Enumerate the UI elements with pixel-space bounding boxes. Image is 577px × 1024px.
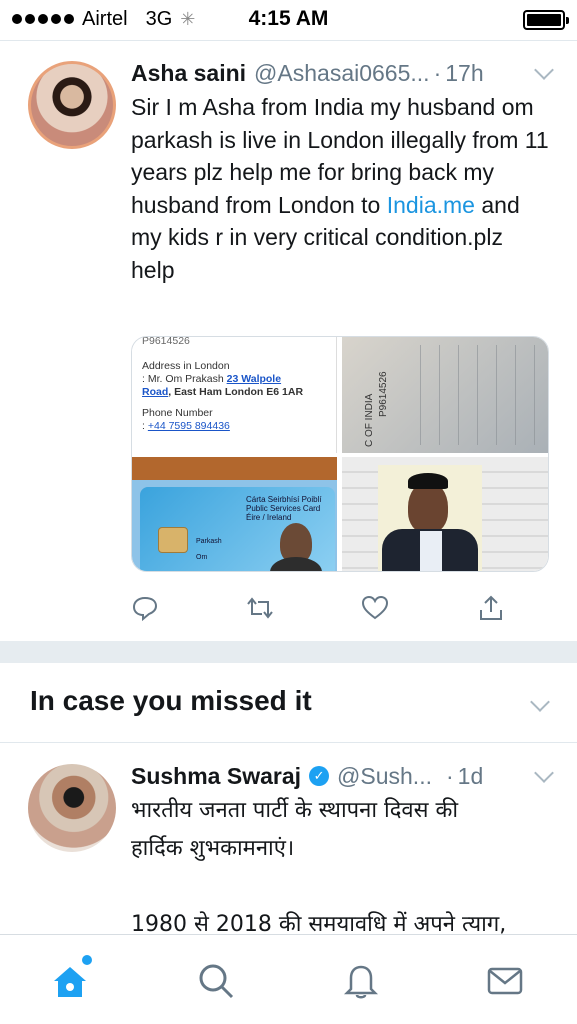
separator-dot: ·	[445, 762, 454, 789]
chip-icon	[158, 527, 188, 553]
card-subtitle: Éire / Ireland	[246, 513, 292, 522]
passport-number: P9614526	[378, 371, 389, 417]
doc-top-id: P9614526	[142, 337, 190, 347]
media-image-portrait[interactable]	[342, 457, 548, 571]
tweet-line: भारतीय जनता पार्टी के स्थापना दिवस की	[131, 798, 459, 823]
tweet[interactable]: Sushma Swaraj ✓ @Sush... · 1d भारतीय जनत…	[0, 744, 577, 937]
author-handle[interactable]: @Ashasai0665...	[254, 60, 430, 87]
tweet-header: Asha saini @Ashasai0665... · 17h	[131, 57, 557, 89]
notifications-icon	[343, 965, 379, 999]
passport-country: C OF INDIA	[364, 393, 375, 447]
section-divider	[0, 641, 577, 663]
section-title: In case you missed it	[30, 685, 312, 716]
home-icon	[54, 967, 86, 997]
card-title: Cárta Seirbhísí Poiblí Public Services C…	[246, 495, 322, 513]
chevron-down-icon[interactable]	[530, 692, 550, 712]
tweet-line	[131, 868, 551, 906]
missed-section-header[interactable]: In case you missed it	[0, 663, 577, 743]
tweet-text: भारतीय जनता पार्टी के स्थापना दिवस की हा…	[131, 792, 551, 944]
status-left: Airtel 3G ✳	[12, 8, 212, 31]
address-line: : Mr. Om Prakash 23 Walpole	[142, 373, 282, 385]
avatar[interactable]	[28, 764, 116, 852]
search-icon	[199, 964, 234, 999]
retweet-icon[interactable]	[246, 594, 274, 622]
network-type: 3G	[145, 7, 173, 30]
verified-badge-icon: ✓	[309, 766, 330, 786]
media-image-address[interactable]: P9614526 Address in London : Mr. Om Prak…	[132, 337, 337, 453]
media-image-id-card[interactable]: Cárta Seirbhísí Poiblí Public Services C…	[132, 457, 337, 571]
card-forename: Om	[196, 554, 208, 561]
tweet[interactable]: Asha saini @Ashasai0665... · 17h Sir I m…	[0, 40, 577, 640]
author-handle[interactable]: @Sush...	[337, 763, 432, 790]
tab-messages[interactable]	[485, 961, 525, 1001]
status-bar: Airtel 3G ✳ 4:15 AM	[0, 0, 577, 38]
tab-notifications[interactable]	[341, 961, 381, 1001]
address-line2: Road, East Ham London E6 1AR	[142, 386, 304, 398]
like-icon[interactable]	[361, 594, 389, 622]
tweet-link[interactable]: India.me	[387, 192, 475, 218]
tweet-text: Sir I m Asha from India my husband om pa…	[131, 91, 551, 286]
battery-icon	[523, 10, 569, 30]
tweet-actions	[131, 594, 531, 622]
tweet-header: Sushma Swaraj ✓ @Sush... · 1d	[131, 760, 557, 792]
tweet-time: 17h	[445, 59, 484, 86]
card-surname: Parkash	[196, 538, 222, 545]
tweet-time: 1d	[457, 762, 484, 789]
notification-dot	[82, 955, 92, 965]
carrier-name: Airtel	[82, 7, 128, 30]
media-image-passport[interactable]: C OF INDIA P9614526	[342, 337, 548, 453]
activity-spinner-icon: ✳	[180, 8, 196, 29]
share-icon[interactable]	[477, 594, 505, 622]
separator-dot: ·	[433, 59, 442, 86]
signal-strength-icon	[12, 14, 74, 24]
tab-search[interactable]	[196, 961, 236, 1001]
messages-icon	[487, 967, 523, 995]
tab-home[interactable]	[50, 955, 92, 1001]
phone-label: Phone Number	[142, 407, 213, 419]
address-label: Address in London	[142, 360, 230, 372]
bottom-tab-bar	[0, 934, 577, 1024]
author-name[interactable]: Asha saini	[131, 60, 246, 87]
tweet-line: हार्दिक शुभकामनाएं।	[131, 836, 295, 861]
reply-icon[interactable]	[131, 594, 159, 622]
author-name[interactable]: Sushma Swaraj	[131, 763, 301, 790]
avatar[interactable]	[28, 61, 116, 149]
media-grid[interactable]: P9614526 Address in London : Mr. Om Prak…	[131, 336, 549, 572]
phone-line: : +44 7595 894436	[142, 420, 230, 432]
